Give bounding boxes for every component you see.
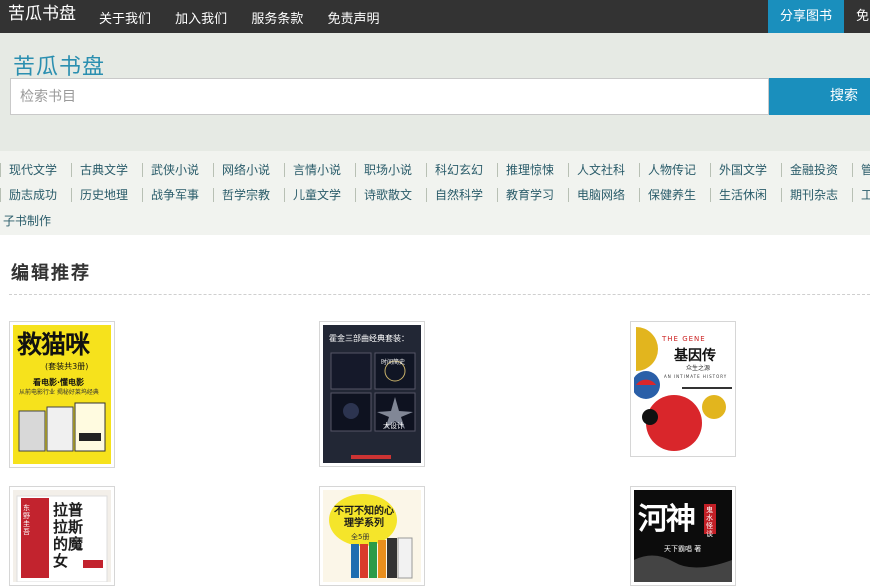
- category-link[interactable]: 电脑网络: [568, 188, 639, 202]
- nav-link-truncated[interactable]: 免: [856, 0, 869, 33]
- cover-art-books: [18, 402, 106, 452]
- cover-title: 河神: [638, 502, 696, 537]
- category-link[interactable]: 科幻玄幻: [426, 163, 497, 177]
- cover-title: 不可不知的心理学系列: [334, 506, 394, 529]
- category-link[interactable]: 自然科学: [426, 188, 497, 202]
- cover-line: 大设计: [383, 422, 404, 430]
- book-cover-card[interactable]: 救猫咪 (套装共3册) 看电影·懂电影 从前电影行业 揭秘好莱坞经典: [9, 321, 115, 468]
- category-link[interactable]: 金融投资: [781, 163, 852, 177]
- category-link[interactable]: 网络小说: [213, 163, 284, 177]
- cover-subtitle: 时间简史: [381, 359, 406, 366]
- book-cover-card[interactable]: 拉普拉斯的魔女 东野圭吾: [9, 486, 115, 586]
- category-link[interactable]: 子书制作: [3, 212, 51, 229]
- book-cover-card[interactable]: 霍金三部曲经典套装： 时间简史 大设计: [319, 321, 425, 467]
- category-link[interactable]: 人物传记: [639, 163, 710, 177]
- category-link[interactable]: 武侠小说: [142, 163, 213, 177]
- section-title: 编辑推荐: [11, 263, 91, 284]
- cover-title: 拉普拉斯的魔女: [53, 501, 84, 570]
- site-title: 苦瓜书盘: [13, 55, 106, 80]
- category-link[interactable]: 现代文学: [0, 163, 71, 177]
- cover-english-subtitle: AN INTIMATE HISTORY: [664, 374, 728, 379]
- share-book-button[interactable]: 分享图书: [768, 0, 844, 33]
- cover-subtitle: 鬼水怪谈: [706, 506, 713, 538]
- category-row-1: 现代文学 古典文学 武侠小说 网络小说 言情小说 职场小说 科幻玄幻 推理惊悚 人文社科 人物传记…: [0, 163, 870, 177]
- category-link[interactable]: 期刊杂志: [781, 188, 852, 202]
- search-button[interactable]: 搜索: [769, 78, 870, 115]
- brand-logo[interactable]: 苦瓜书盘: [8, 3, 76, 25]
- search-hero: 苦瓜书盘 搜索: [0, 33, 870, 151]
- category-link[interactable]: 古典文学: [71, 163, 142, 177]
- book-cover-card[interactable]: THE GENE 基因传 众生之源 AN INTIMATE HISTORY: [630, 321, 736, 457]
- book-cover: 救猫咪 (套装共3册) 看电影·懂电影 从前电影行业 揭秘好莱坞经典: [13, 325, 111, 464]
- cover-author: 天下霸唱 著: [664, 545, 702, 553]
- book-cover: 河神 鬼水怪谈 天下霸唱 著: [634, 490, 732, 582]
- category-link[interactable]: 人文社科: [568, 163, 639, 177]
- nav-link-about[interactable]: 关于我们: [99, 8, 151, 27]
- cover-subtitle: 东野圭吾: [23, 504, 30, 536]
- cover-subtitle: 全5册: [351, 533, 370, 541]
- cover-english-title: THE GENE: [662, 335, 706, 343]
- category-link[interactable]: 诗歌散文: [355, 188, 426, 202]
- nav-link-disclaimer[interactable]: 免责声明: [327, 8, 379, 27]
- cover-art-stars: [330, 352, 416, 459]
- nav-link-join[interactable]: 加入我们: [175, 8, 227, 27]
- category-link[interactable]: 外国文学: [710, 163, 781, 177]
- category-link[interactable]: 教育学习: [497, 188, 568, 202]
- category-link[interactable]: 生活休闲: [710, 188, 781, 202]
- cover-title: 霍金三部曲经典套装：: [329, 334, 409, 343]
- cover-subtitle: 众生之源: [686, 365, 711, 372]
- book-cover: 霍金三部曲经典套装： 时间简史 大设计: [323, 325, 421, 463]
- cover-title: 救猫咪: [17, 330, 90, 359]
- category-link[interactable]: 哲学宗教: [213, 188, 284, 202]
- book-cover-card[interactable]: 河神 鬼水怪谈 天下霸唱 著: [630, 486, 736, 586]
- book-cover: 不可不知的心理学系列 全5册: [323, 490, 421, 582]
- category-link[interactable]: 言情小说: [284, 163, 355, 177]
- top-nav: 关于我们 加入我们 服务条款 免责声明: [99, 8, 399, 27]
- search-input[interactable]: [10, 78, 769, 115]
- category-link[interactable]: 战争军事: [142, 188, 213, 202]
- book-cover-card[interactable]: 不可不知的心理学系列 全5册: [319, 486, 425, 586]
- category-link[interactable]: 历史地理: [71, 188, 142, 202]
- cover-subtitle: (套装共3册): [45, 362, 89, 371]
- cover-line: 从前电影行业 揭秘好莱坞经典: [19, 389, 99, 396]
- category-link[interactable]: 保健养生: [639, 188, 710, 202]
- category-link[interactable]: 推理惊悚: [497, 163, 568, 177]
- book-cover: 拉普拉斯的魔女 东野圭吾: [13, 490, 111, 582]
- category-link[interactable]: 职场小说: [355, 163, 426, 177]
- book-cover: THE GENE 基因传 众生之源 AN INTIMATE HISTORY: [634, 325, 732, 453]
- top-navbar: 苦瓜书盘 关于我们 加入我们 服务条款 免责声明 分享图书 免: [0, 0, 870, 33]
- nav-link-terms[interactable]: 服务条款: [251, 8, 303, 27]
- cover-title: 基因传: [674, 348, 716, 364]
- category-bar: 现代文学 古典文学 武侠小说 网络小说 言情小说 职场小说 科幻玄幻 推理惊悚 人文社科 人物传记…: [0, 151, 870, 235]
- cover-art: [329, 494, 413, 579]
- category-row-2: 励志成功 历史地理 战争军事 哲学宗教 儿童文学 诗歌散文 自然科学 教育学习 电脑网络 保健养生…: [0, 188, 870, 202]
- section-divider: [9, 294, 870, 295]
- category-link[interactable]: 工: [852, 188, 870, 202]
- category-link[interactable]: 儿童文学: [284, 188, 355, 202]
- category-link[interactable]: 励志成功: [0, 188, 71, 202]
- category-link[interactable]: 管: [852, 163, 870, 177]
